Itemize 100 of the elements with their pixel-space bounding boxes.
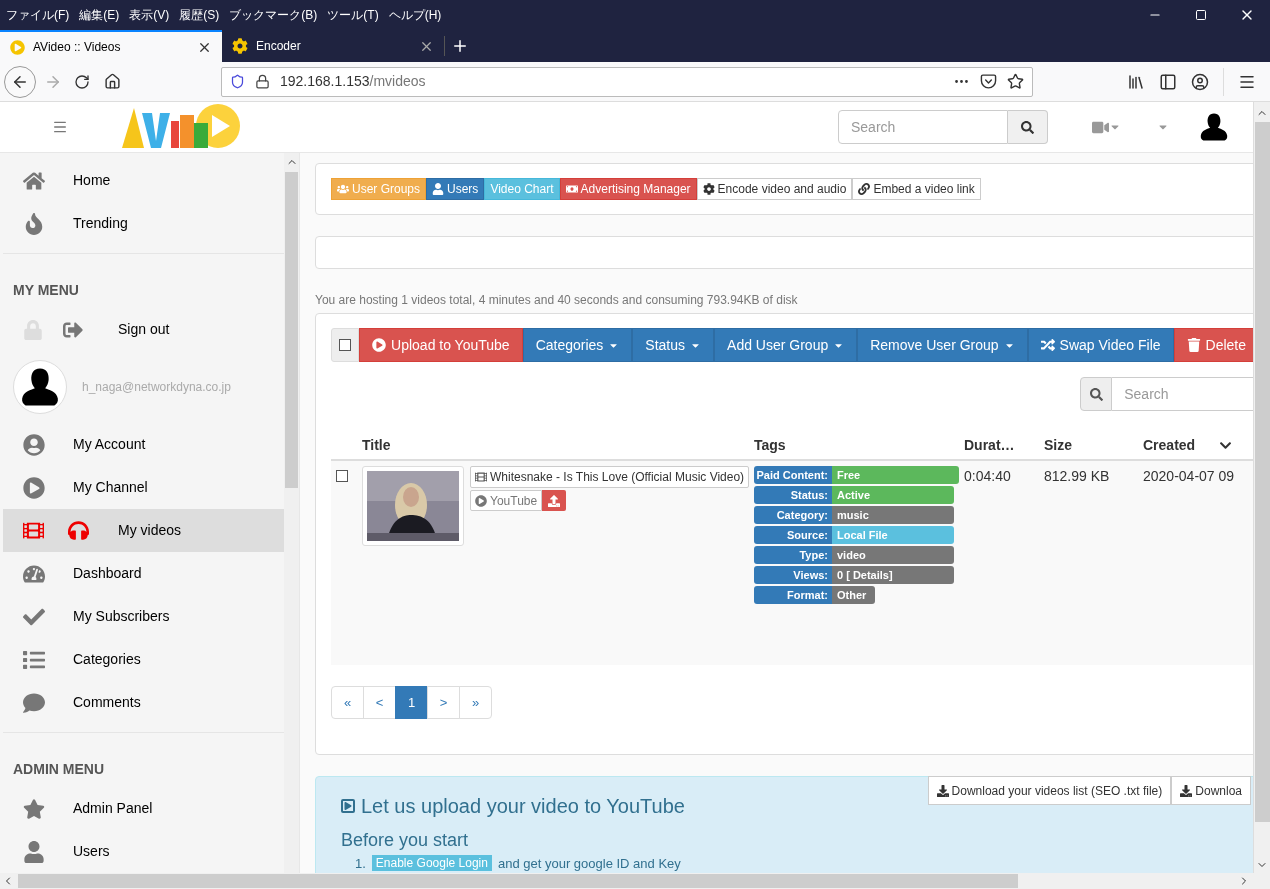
sidebar-item[interactable]: My Account (3, 423, 284, 466)
account-icon[interactable] (1191, 72, 1209, 91)
new-tab-icon[interactable] (451, 37, 469, 55)
page-button[interactable]: 1 (395, 686, 428, 719)
money-icon (565, 183, 578, 195)
page-button[interactable]: « (331, 686, 364, 719)
tag-value: music (832, 506, 954, 524)
youtube-label: YouTube (470, 490, 543, 511)
flame-icon (23, 212, 45, 235)
toolbar-button[interactable]: Encode video and audio (696, 178, 853, 200)
download-button[interactable]: Downloa (1171, 776, 1251, 805)
hosting-summary: You are hosting 1 videos total, 4 minutes and 40 seconds and consuming 793.94KB of disk (315, 292, 799, 309)
tag-label: Source: (754, 526, 832, 544)
sidebar-item[interactable]: Users (3, 830, 284, 873)
menu-item[interactable]: 履歴(S) (179, 6, 220, 24)
menu-item[interactable]: 編集(E) (79, 6, 120, 24)
action-button[interactable]: Add User Group (714, 328, 858, 362)
browser-tab[interactable]: Encoder (222, 30, 444, 62)
page-button[interactable]: > (427, 686, 460, 719)
headphones-icon (68, 520, 89, 541)
tag-label: Status: (754, 486, 832, 504)
shield-icon (230, 74, 245, 89)
sidebar-item[interactable]: My Subscribers (3, 595, 284, 638)
column-header[interactable]: Created (1143, 436, 1196, 453)
menu-item[interactable]: ファイル(F) (6, 6, 70, 24)
tag-label: Category: (754, 506, 832, 524)
reload-icon[interactable] (74, 73, 90, 90)
menu-item[interactable]: ツール(T) (327, 6, 379, 24)
video-title-link[interactable]: Whitesnake - Is This Love (Official Music Video) (470, 466, 750, 488)
tab-title: Encoder (256, 38, 301, 55)
sidebar-item[interactable]: Admin Panel (3, 787, 284, 830)
pocket-icon[interactable] (980, 73, 997, 90)
library-icon[interactable] (1127, 72, 1145, 91)
url-text: 192.168.1.153/mvideos (280, 72, 426, 91)
horizontal-scrollbar[interactable] (0, 873, 1270, 889)
search-icon (1089, 387, 1103, 401)
sidebar-item[interactable]: Dashboard (3, 552, 284, 595)
panel-subtitle: Before you start (341, 829, 469, 852)
select-all-checkbox[interactable] (339, 339, 351, 351)
action-button[interactable]: Upload to YouTube (359, 328, 523, 362)
tag-label: Format: (754, 586, 832, 604)
row-checkbox[interactable] (336, 470, 348, 482)
action-button[interactable]: Delete (1173, 328, 1253, 362)
sidebar-icon[interactable] (1159, 72, 1177, 91)
search-icon (1021, 120, 1034, 134)
film-icon (23, 520, 44, 541)
home-icon (23, 169, 45, 192)
action-button[interactable]: Categories (522, 328, 633, 362)
download-icon (936, 784, 949, 797)
tag-label: Views: (754, 566, 832, 584)
toolbar-button[interactable]: Users (426, 178, 485, 200)
toolbar-button[interactable]: Embed a video link (852, 178, 981, 200)
column-header[interactable]: Durat… (964, 436, 1015, 453)
step-text: and get your google ID and Key (497, 855, 681, 871)
tag-label: Paid Content: (754, 466, 832, 484)
panel-title: Let us upload your video to YouTube (361, 794, 685, 819)
scrollbar[interactable] (284, 153, 299, 873)
download-button[interactable]: Download your videos list (SEO .txt file) (927, 776, 1172, 805)
sidebar-item[interactable]: Comments (3, 681, 284, 724)
sidebar-item[interactable]: Trending (3, 202, 284, 245)
page-button[interactable]: » (459, 686, 492, 719)
trash-icon (1186, 338, 1201, 352)
search-button[interactable] (1008, 110, 1048, 144)
column-header[interactable]: Size (1044, 436, 1072, 453)
menu-heading: ADMIN MENU (13, 761, 104, 777)
tag-value: 0 [ Details] (832, 566, 954, 584)
page-button[interactable]: < (363, 686, 396, 719)
home-icon[interactable] (104, 73, 121, 90)
toolbar-button[interactable]: Advertising Manager (559, 178, 697, 200)
page-scrollbar[interactable] (1253, 102, 1270, 873)
lock-icon (255, 74, 270, 89)
download-icon (1180, 784, 1193, 797)
upload-button[interactable] (542, 490, 567, 511)
user-icon (23, 840, 45, 863)
action-button[interactable]: Remove User Group (857, 328, 1028, 362)
shuffle-icon (1040, 338, 1055, 352)
star-icon (23, 797, 45, 820)
video-icon (341, 799, 355, 813)
list-icon (23, 648, 45, 671)
film-icon (475, 471, 487, 483)
tag-label: Type: (754, 546, 832, 564)
sidebar-item[interactable]: Home (3, 159, 284, 202)
sidebar-item[interactable]: My Channel (3, 466, 284, 509)
action-button[interactable]: Status (632, 328, 715, 362)
action-button[interactable]: Swap Video File (1027, 328, 1174, 362)
gear-icon (702, 183, 715, 195)
column-header[interactable]: Tags (754, 436, 786, 453)
browser-tab[interactable]: AVideo :: Videos (0, 30, 222, 62)
address-bar[interactable]: 192.168.1.153/mvideos (221, 66, 1033, 97)
menu-item[interactable]: 表示(V) (129, 6, 170, 24)
menu-item[interactable]: ブックマーク(B) (229, 6, 318, 24)
lock-icon (23, 319, 43, 340)
comment-icon (23, 691, 45, 714)
star-icon[interactable] (1007, 73, 1024, 90)
column-header[interactable]: Title (362, 436, 391, 453)
sidebar-item[interactable]: Categories (3, 638, 284, 681)
duration-cell: 0:04:40 (964, 468, 1011, 484)
sidebar-item[interactable]: Sign out (3, 308, 284, 351)
sidebar-item[interactable]: My videos (3, 509, 284, 552)
menu-item[interactable]: ヘルプ(H) (388, 6, 442, 24)
